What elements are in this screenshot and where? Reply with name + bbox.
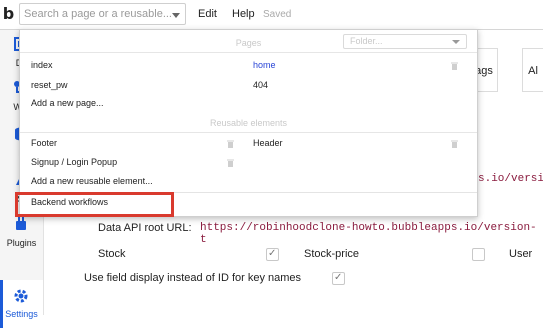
sidebar-item-label: Settings (5, 309, 38, 319)
chevron-down-icon[interactable] (172, 13, 180, 18)
top-bar: b Search a page or a reusable... Edit He… (0, 0, 543, 30)
type-stock: Stock (98, 248, 126, 260)
sidebar-item-settings[interactable]: Settings (0, 280, 43, 328)
trash-icon[interactable] (451, 61, 458, 70)
menu-edit[interactable]: Edit (198, 8, 217, 20)
menu-help[interactable]: Help (232, 8, 255, 20)
sidebar-item-plugins[interactable]: Plugins (0, 238, 43, 248)
folder-placeholder: Folder... (350, 36, 383, 46)
highlight-box (15, 192, 174, 217)
bubble-logo[interactable]: b (0, 5, 17, 23)
page-index[interactable]: index (31, 60, 53, 70)
reusable-header-item[interactable]: Header (253, 138, 283, 148)
url-fragment: s.io/versi (478, 173, 543, 185)
check-icon: ✓ (268, 248, 277, 259)
page-reset-pw[interactable]: reset_pw (31, 80, 68, 90)
page-type-404: 404 (253, 80, 269, 90)
chevron-down-icon (452, 40, 460, 44)
reusable-header: Reusable elements (20, 114, 477, 133)
add-page-link[interactable]: Add a new page... (31, 98, 104, 108)
save-status: Saved (263, 9, 292, 20)
trash-icon[interactable] (227, 158, 234, 167)
tab-partial-2[interactable]: Al (522, 48, 543, 92)
reusable-footer[interactable]: Footer (31, 138, 57, 148)
api-root-label: Data API root URL: (98, 222, 192, 234)
trash-icon[interactable] (451, 139, 458, 148)
gear-icon (13, 288, 29, 304)
add-reusable-link[interactable]: Add a new reusable element... (31, 176, 153, 186)
search-placeholder: Search a page or a reusable... (24, 8, 172, 20)
page-type-home: home (253, 60, 276, 70)
plugin-icon[interactable] (13, 216, 29, 232)
page-dropdown-panel: Pages Folder... index home reset_pw 404 … (19, 29, 478, 217)
check-icon: ✓ (334, 272, 343, 283)
trash-icon[interactable] (227, 139, 234, 148)
folder-select[interactable]: Folder... (343, 34, 467, 49)
reusable-signup-popup[interactable]: Signup / Login Popup (31, 157, 117, 167)
type-user: User (509, 248, 533, 260)
api-root-url[interactable]: https://robinhoodclone-howto.bubbleapps.… (200, 222, 543, 246)
page-search-dropdown[interactable]: Search a page or a reusable... (19, 3, 186, 25)
field-display-label: Use field display instead of ID for key … (84, 272, 302, 284)
stock-checkbox[interactable]: ✓ (266, 248, 279, 261)
field-display-checkbox[interactable]: ✓ (332, 272, 345, 285)
type-stock-price: Stock-price (304, 248, 360, 260)
stock-price-checkbox[interactable] (472, 248, 485, 261)
